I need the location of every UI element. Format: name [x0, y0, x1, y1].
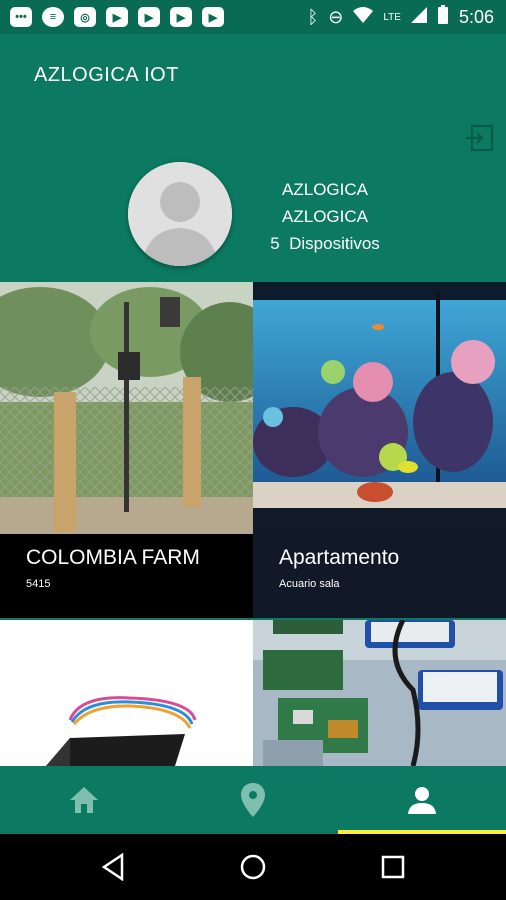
- device-grid: COLOMBIA FARM 5415 Apartamento Acuario s…: [0, 282, 506, 766]
- device-card[interactable]: Apartamento Acuario sala: [253, 282, 506, 618]
- location-icon: [241, 783, 265, 817]
- avatar[interactable]: [128, 162, 232, 266]
- circuit-boards-photo: [253, 620, 506, 766]
- card-title: Apartamento: [279, 546, 400, 569]
- youtube-icon: ▶: [202, 7, 224, 27]
- youtube-icon: ▶: [170, 7, 192, 27]
- profile-header: AZLOGICA AZLOGICA 5 Dispositivos: [0, 114, 506, 282]
- back-icon: [101, 853, 124, 881]
- app-bar: AZLOGICA IOT: [0, 34, 506, 114]
- nav-home[interactable]: [0, 766, 168, 834]
- youtube-icon: ▶: [106, 7, 128, 27]
- network-type: LTE: [383, 12, 401, 23]
- app-title: AZLOGICA IOT: [34, 64, 179, 86]
- clock: 5:06: [458, 7, 494, 27]
- device-card[interactable]: [0, 620, 253, 766]
- home-icon: [70, 787, 98, 813]
- recents-button[interactable]: [378, 852, 408, 882]
- person-icon: [408, 787, 436, 814]
- status-bar: ••• ≡ ◎ ▶ ▶ ▶ ▶ ᛒ ⊖ LTE 5:06: [0, 0, 506, 34]
- bluetooth-icon: ᛒ: [307, 7, 319, 27]
- bottom-navigation: [0, 766, 506, 834]
- card-title: COLOMBIA FARM: [26, 546, 200, 569]
- home-button[interactable]: [238, 852, 268, 882]
- device-count: 5: [270, 234, 280, 253]
- device-card[interactable]: [253, 620, 506, 766]
- dnd-icon: ⊖: [328, 7, 344, 27]
- farm-photo: [0, 282, 253, 534]
- logout-icon[interactable]: [464, 124, 494, 152]
- youtube-icon: ▶: [138, 7, 160, 27]
- aquarium-photo: [253, 282, 506, 534]
- battery-icon: [437, 5, 449, 30]
- profile-info: AZLOGICA AZLOGICA 5 Dispositivos: [240, 176, 410, 257]
- notification-icons: ••• ≡ ◎ ▶ ▶ ▶ ▶: [10, 7, 224, 27]
- profile-name: AZLOGICA: [282, 180, 368, 199]
- spotify-icon: ≡: [42, 7, 64, 27]
- device-count-row: 5 Dispositivos: [240, 230, 410, 257]
- system-icons: ᛒ ⊖ LTE 5:06: [307, 5, 494, 30]
- home-circle-icon: [240, 854, 266, 880]
- wifi-icon: [353, 7, 374, 28]
- back-button[interactable]: [98, 852, 128, 882]
- instagram-icon: ◎: [74, 7, 96, 27]
- card-subtitle: Acuario sala: [279, 578, 340, 590]
- card-subtitle: 5415: [26, 578, 51, 590]
- card-caption: COLOMBIA FARM 5415: [0, 534, 253, 618]
- signal-icon: [410, 7, 427, 28]
- card-caption: Apartamento Acuario sala: [253, 534, 506, 618]
- recents-icon: [381, 855, 405, 879]
- system-navigation-bar: [0, 834, 506, 900]
- sensor-device-photo: [0, 620, 253, 766]
- messages-icon: •••: [10, 7, 32, 27]
- nav-profile[interactable]: [338, 766, 506, 834]
- profile-company: AZLOGICA: [282, 207, 368, 226]
- nav-map[interactable]: [169, 766, 337, 834]
- device-card[interactable]: COLOMBIA FARM 5415: [0, 282, 253, 618]
- devices-label: Dispositivos: [289, 234, 380, 253]
